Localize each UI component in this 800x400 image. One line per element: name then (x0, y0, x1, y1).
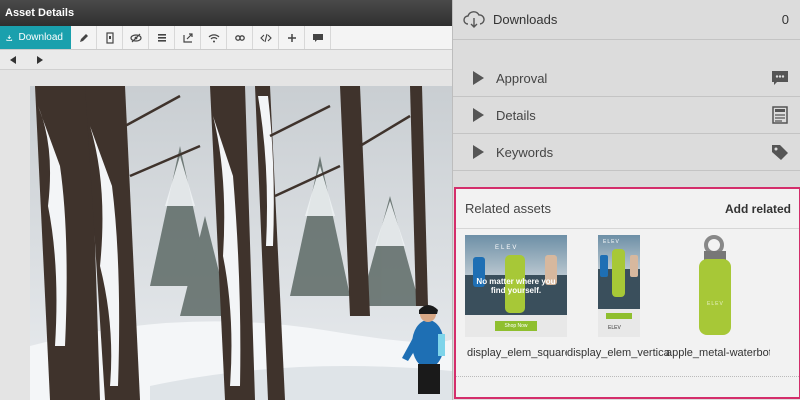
link-icon (234, 34, 245, 41)
comment-icon (772, 71, 788, 85)
downloads-row[interactable]: Downloads 0 (453, 0, 800, 40)
comment-icon (312, 33, 323, 42)
section-keywords-label: Keywords (496, 144, 554, 160)
prev-arrow-icon (9, 55, 16, 64)
ad-cta: Shop Now (495, 321, 537, 331)
hide-icon (129, 33, 142, 42)
document-button[interactable] (97, 26, 123, 49)
ad-cta: ELEV (608, 325, 621, 331)
wifi-button[interactable] (201, 26, 227, 49)
pencil-icon (79, 33, 88, 42)
share-button[interactable] (175, 26, 201, 49)
add-related-button[interactable]: Add related (725, 202, 791, 216)
divider (456, 376, 799, 377)
download-icon (6, 34, 13, 41)
related-asset-item[interactable]: ELEV ELEV display_elem_vertical (567, 235, 669, 359)
related-asset-thumbnail: ELEV ELEV (598, 235, 640, 337)
wifi-icon (208, 33, 219, 42)
related-asset-name: display_elem_square (467, 347, 567, 359)
asset-sidebar: Downloads 0 Approval Details Keywords Re… (452, 0, 800, 400)
toolbar: Download (0, 26, 452, 50)
brand-label: ELEV (707, 301, 724, 307)
prev-button[interactable] (0, 50, 26, 70)
next-arrow-icon (36, 55, 43, 64)
code-button[interactable] (253, 26, 279, 49)
brand-label: ELEV (495, 245, 519, 251)
section-details[interactable]: Details (453, 97, 800, 134)
downloads-label: Downloads (493, 12, 558, 27)
edit-button[interactable] (71, 26, 97, 49)
related-asset-thumbnail: ELEV (668, 235, 772, 337)
section-approval[interactable]: Approval (453, 60, 800, 97)
related-asset-item[interactable]: ELEV No matter where you find yourself. … (465, 235, 567, 359)
document-icon (105, 31, 114, 44)
details-icon (772, 106, 788, 124)
related-asset-item[interactable]: ELEV apple_metal-waterbottle (666, 235, 772, 359)
download-label: Download (18, 32, 63, 43)
hide-button[interactable] (123, 26, 149, 49)
next-button[interactable] (26, 50, 52, 70)
section-details-label: Details (496, 107, 536, 123)
related-asset-name: apple_metal-waterbottle (666, 347, 770, 359)
related-assets-panel: Related assets Add related ELEV No matte… (454, 187, 800, 399)
expand-arrow-icon (473, 108, 484, 122)
list-button[interactable] (149, 26, 175, 49)
expand-arrow-icon (473, 145, 484, 159)
share-icon (182, 32, 193, 43)
link-button[interactable] (227, 26, 253, 49)
related-asset-thumbnail: ELEV No matter where you find yourself. … (465, 235, 567, 337)
asset-viewer: Asset Details Download (0, 0, 452, 400)
brand-label: ELEV (603, 239, 620, 245)
section-keywords[interactable]: Keywords (453, 134, 800, 171)
related-asset-name: display_elem_vertical (567, 347, 669, 359)
pager (0, 50, 452, 70)
add-button[interactable] (279, 26, 305, 49)
related-assets-title: Related assets (465, 201, 551, 216)
comment-button[interactable] (305, 26, 331, 49)
plus-icon (287, 33, 296, 42)
expand-arrow-icon (473, 71, 484, 85)
download-button[interactable]: Download (0, 26, 71, 49)
window-title: Asset Details (0, 0, 452, 26)
ad-headline: No matter where you find yourself. (476, 277, 556, 295)
list-icon (157, 33, 166, 42)
downloads-count: 0 (781, 12, 789, 27)
cloud-download-icon (463, 10, 485, 28)
asset-preview-image (30, 86, 452, 400)
tag-icon (772, 145, 788, 160)
related-assets-header: Related assets Add related (456, 189, 799, 229)
related-assets-list: ELEV No matter where you find yourself. … (456, 235, 799, 375)
code-icon (259, 33, 272, 42)
section-approval-label: Approval (496, 70, 548, 86)
